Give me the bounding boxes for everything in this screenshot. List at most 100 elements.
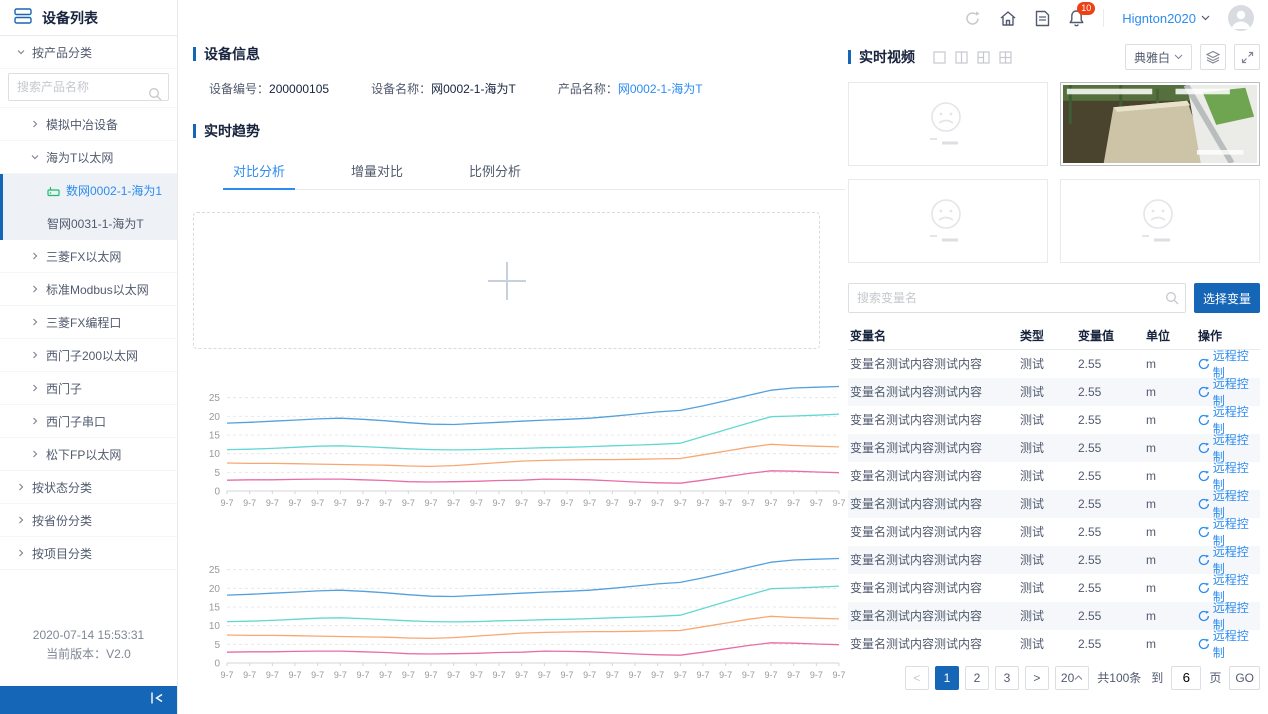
remote-control-link[interactable]: 远程控制: [1198, 406, 1260, 434]
tree-item-4[interactable]: 数网0002-1-海为1: [3, 174, 177, 207]
trend-title: 实时趋势: [193, 121, 845, 141]
cell-name: 变量名测试内容测试内容: [848, 602, 1018, 630]
svg-text:0: 0: [214, 487, 220, 498]
chevron-right-icon: [30, 317, 40, 327]
video-cell-1-live[interactable]: [1060, 82, 1260, 166]
tree-item-label: 西门子串口: [46, 413, 106, 430]
tab-0[interactable]: 对比分析: [223, 155, 295, 189]
tree-item-label: 标准Modbus以太网: [46, 281, 149, 298]
page-size-select[interactable]: 20: [1055, 666, 1089, 690]
avatar[interactable]: [1228, 5, 1254, 31]
remote-control-link[interactable]: 远程控制: [1198, 574, 1260, 602]
svg-text:25: 25: [209, 565, 221, 576]
tree-item-15[interactable]: 按项目分类: [0, 537, 177, 570]
sidebar-collapse-bar[interactable]: [0, 686, 177, 714]
pagination: <123>20 共100条到页GO: [848, 666, 1260, 690]
document-icon[interactable]: [1035, 10, 1050, 27]
next-page-button[interactable]: >: [1025, 666, 1049, 690]
cell-unit: m: [1144, 349, 1196, 378]
camera-live-view: [1063, 85, 1257, 163]
remote-control-link[interactable]: 远程控制: [1198, 630, 1260, 658]
variable-search-input[interactable]: [848, 283, 1186, 313]
tree-item-0[interactable]: 按产品分类: [0, 36, 177, 69]
tree-item-5[interactable]: 智网0031-1-海为T: [3, 207, 177, 240]
topbar-divider: [1103, 9, 1104, 27]
table-row: 变量名测试内容测试内容测试2.55m远程控制: [848, 462, 1260, 490]
home-icon[interactable]: [999, 10, 1017, 27]
layout-3-icon[interactable]: [977, 51, 990, 64]
jump-page-input[interactable]: [1171, 666, 1201, 690]
refresh-icon[interactable]: [964, 10, 981, 27]
remote-control-link[interactable]: 远程控制: [1198, 350, 1260, 378]
column-header-1: 类型: [1018, 323, 1076, 349]
svg-text:9-7: 9-7: [515, 670, 528, 680]
table-row: 变量名测试内容测试内容测试2.55m远程控制: [848, 574, 1260, 602]
remote-control-link[interactable]: 远程控制: [1198, 546, 1260, 574]
tree-item-8[interactable]: 三菱FX编程口: [0, 306, 177, 339]
tree-item-2[interactable]: 模拟中冶设备: [0, 108, 177, 141]
remote-control-link[interactable]: 远程控制: [1198, 490, 1260, 518]
bell-icon[interactable]: 10: [1068, 9, 1085, 27]
app-root: 设备列表 按产品分类模拟中冶设备海为T以太网数网0002-1-海为1智网0031…: [0, 0, 1268, 714]
prev-page-button[interactable]: <: [905, 666, 929, 690]
svg-text:0: 0: [214, 659, 220, 670]
table-row: 变量名测试内容测试内容测试2.55m远程控制: [848, 406, 1260, 434]
cell-value: 2.55: [1076, 602, 1144, 630]
page-button-3[interactable]: 3: [995, 666, 1019, 690]
collapse-sidebar-icon[interactable]: [149, 691, 165, 710]
video-cell-0-empty[interactable]: [848, 82, 1048, 166]
tree-item-12[interactable]: 松下FP以太网: [0, 438, 177, 471]
svg-text:9-7: 9-7: [787, 498, 800, 508]
tree-item-10[interactable]: 西门子: [0, 372, 177, 405]
remote-control-link[interactable]: 远程控制: [1198, 378, 1260, 406]
svg-text:9-7: 9-7: [356, 670, 369, 680]
remote-control-link[interactable]: 远程控制: [1198, 462, 1260, 490]
cell-unit: m: [1144, 434, 1196, 462]
video-cell-2-empty[interactable]: [848, 179, 1048, 263]
tree-item-13[interactable]: 按状态分类: [0, 471, 177, 504]
device-field-value[interactable]: 网0002-1-海为T: [618, 82, 703, 96]
tree-item-7[interactable]: 标准Modbus以太网: [0, 273, 177, 306]
svg-text:9-7: 9-7: [288, 670, 301, 680]
go-button[interactable]: GO: [1229, 666, 1260, 690]
select-variable-button[interactable]: 选择变量: [1194, 283, 1260, 313]
tree-item-6[interactable]: 三菱FX以太网: [0, 240, 177, 273]
jump-to-label: 到: [1151, 669, 1163, 686]
cell-value: 2.55: [1076, 630, 1144, 658]
layers-button[interactable]: [1200, 44, 1226, 70]
layout-2-icon[interactable]: [955, 51, 968, 64]
sidebar-footer: 2020-07-14 15:53:31 当前版本：V2.0: [0, 626, 177, 664]
svg-text:9-7: 9-7: [334, 670, 347, 680]
device-icon: [47, 185, 60, 197]
accent-bar: [193, 124, 196, 138]
add-chart-box[interactable]: [193, 212, 820, 349]
fullscreen-button[interactable]: [1234, 44, 1260, 70]
chevron-right-icon: [30, 251, 40, 261]
topbar: 10 Hignton2020: [178, 0, 1268, 36]
tab-2[interactable]: 比例分析: [459, 155, 531, 189]
svg-text:9-7: 9-7: [266, 670, 279, 680]
layout-4-icon[interactable]: [999, 51, 1012, 64]
page-button-2[interactable]: 2: [965, 666, 989, 690]
svg-text:20: 20: [209, 412, 221, 423]
svg-text:9-7: 9-7: [628, 670, 641, 680]
tree-item-9[interactable]: 西门子200以太网: [0, 339, 177, 372]
tree-item-11[interactable]: 西门子串口: [0, 405, 177, 438]
cell-value: 2.55: [1076, 462, 1144, 490]
tab-1[interactable]: 增量对比: [341, 155, 413, 189]
cell-value: 2.55: [1076, 518, 1144, 546]
tree-item-3[interactable]: 海为T以太网: [0, 141, 177, 174]
remote-control-link[interactable]: 远程控制: [1198, 602, 1260, 630]
svg-text:9-7: 9-7: [515, 498, 528, 508]
tree-item-14[interactable]: 按省份分类: [0, 504, 177, 537]
page-button-1[interactable]: 1: [935, 666, 959, 690]
theme-select[interactable]: 典雅白: [1125, 44, 1192, 70]
user-menu[interactable]: Hignton2020: [1122, 11, 1210, 26]
remote-control-link[interactable]: 远程控制: [1198, 518, 1260, 546]
remote-control-link[interactable]: 远程控制: [1198, 434, 1260, 462]
video-cell-3-empty[interactable]: [1060, 179, 1260, 263]
product-search-input[interactable]: [8, 73, 169, 101]
svg-text:9-7: 9-7: [379, 498, 392, 508]
layout-1-icon[interactable]: [933, 51, 946, 64]
svg-text:9-7: 9-7: [832, 498, 845, 508]
